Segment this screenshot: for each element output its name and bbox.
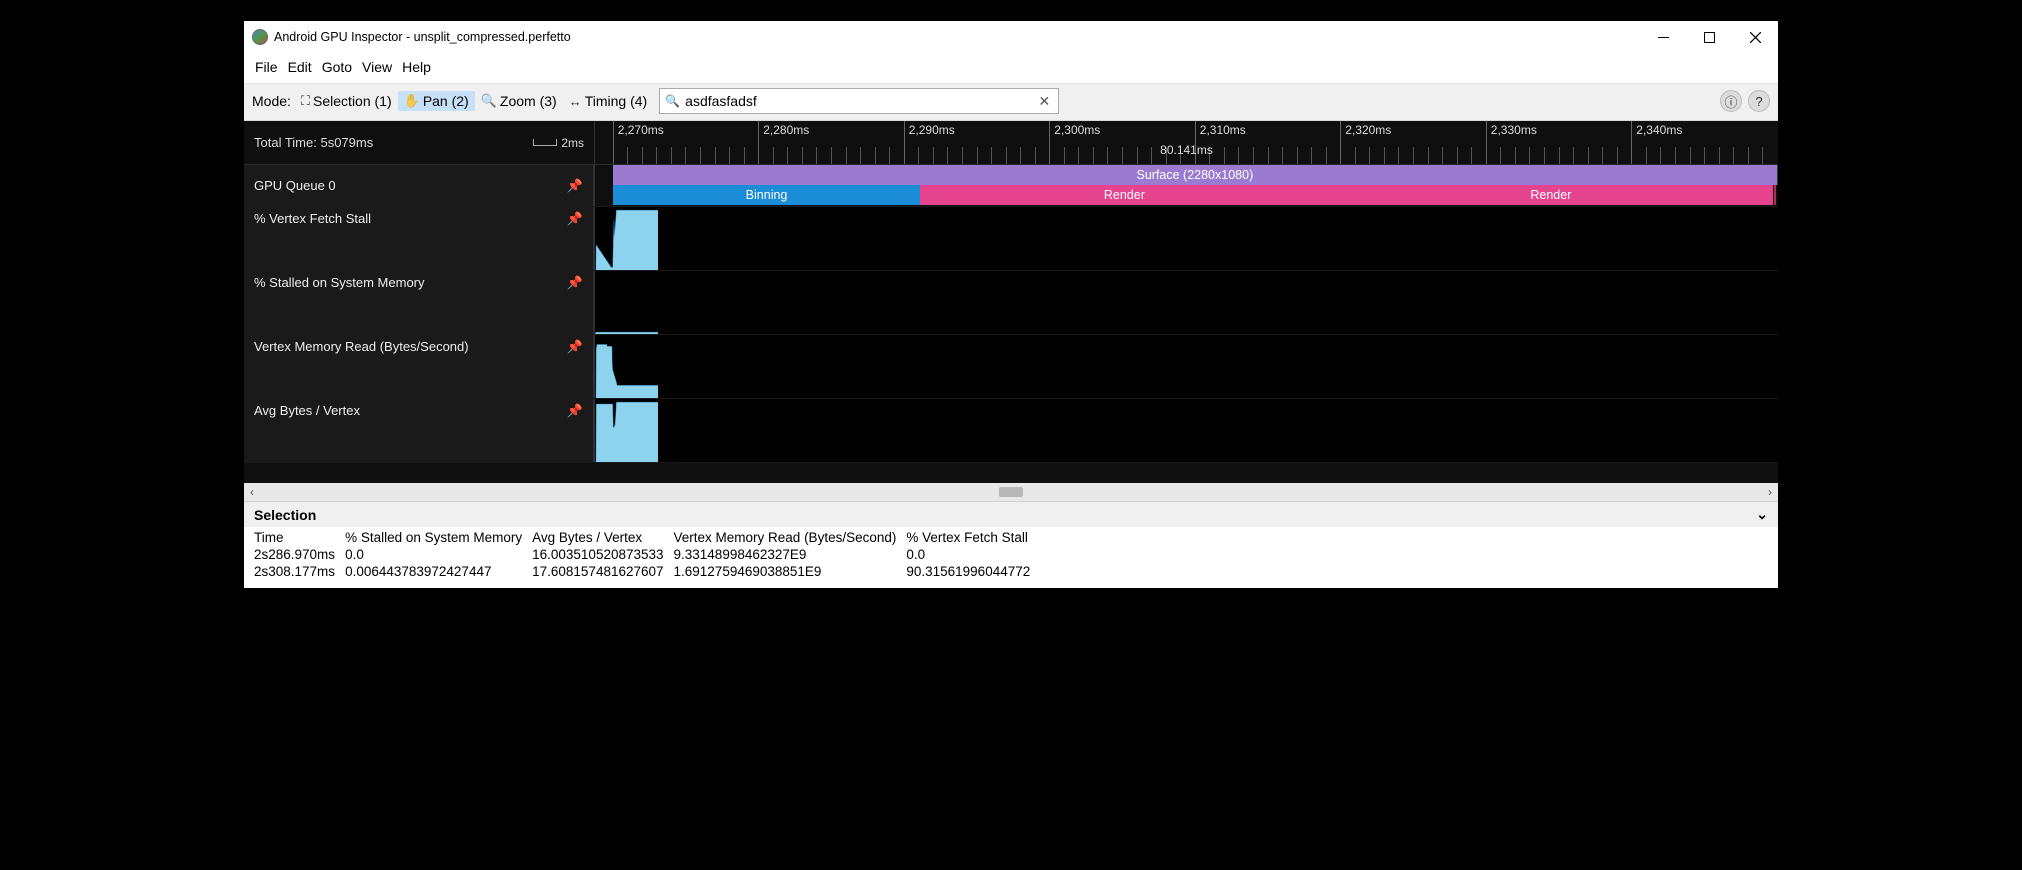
column-header[interactable]: Time: [254, 529, 345, 546]
scroll-thumb[interactable]: [999, 487, 1023, 497]
titlebar[interactable]: Android GPU Inspector - unsplit_compress…: [244, 21, 1778, 53]
chevron-down-icon[interactable]: ⌄: [1756, 506, 1768, 523]
search-clear-button[interactable]: ✕: [1030, 93, 1058, 110]
total-time-cell: Total Time: 5s079ms 2ms: [244, 121, 594, 164]
info-button[interactable]: ⓘ: [1720, 90, 1742, 112]
chart-track[interactable]: [594, 207, 1778, 270]
track-header[interactable]: % Vertex Fetch Stall📌: [244, 207, 594, 270]
window-title: Android GPU Inspector - unsplit_compress…: [274, 30, 1640, 44]
column-header[interactable]: % Stalled on System Memory: [345, 529, 532, 546]
pan-icon: ✋: [404, 93, 420, 109]
timeline-scale: 2ms: [533, 136, 584, 150]
table-row[interactable]: 2s308.177ms0.00644378397242744717.608157…: [254, 563, 1040, 580]
chart-track[interactable]: [594, 335, 1778, 398]
track-header[interactable]: Vertex Memory Read (Bytes/Second)📌: [244, 335, 594, 398]
menu-edit[interactable]: Edit: [283, 57, 317, 77]
mode-pan-button[interactable]: ✋Pan (2): [398, 91, 475, 111]
close-button[interactable]: [1732, 21, 1778, 53]
column-header[interactable]: Avg Bytes / Vertex: [532, 529, 673, 546]
pin-icon[interactable]: 📌: [567, 339, 583, 355]
track-header-gpu-queue[interactable]: GPU Queue 0 📌: [244, 165, 594, 206]
minimize-button[interactable]: [1640, 21, 1686, 53]
zoom-icon: 🔍: [481, 93, 497, 109]
search-input[interactable]: [685, 93, 1030, 109]
app-icon: [252, 29, 268, 45]
menu-goto[interactable]: Goto: [317, 57, 357, 77]
menu-help[interactable]: Help: [397, 57, 436, 77]
gpu-binning-span[interactable]: Binning: [613, 185, 921, 205]
search-icon: 🔍: [660, 94, 685, 108]
selection-panel-header[interactable]: Selection ⌄: [244, 501, 1778, 527]
column-header[interactable]: % Vertex Fetch Stall: [906, 529, 1040, 546]
selection-icon: ⛶: [301, 93, 310, 109]
pin-icon[interactable]: 📌: [567, 403, 583, 419]
total-time-label: Total Time: 5s079ms: [254, 135, 373, 150]
chart-track[interactable]: [594, 271, 1778, 334]
track-header[interactable]: Avg Bytes / Vertex📌: [244, 399, 594, 462]
gpu-render-span-1[interactable]: Render: [920, 185, 1328, 205]
mode-timing-button[interactable]: ↔Timing (4): [563, 91, 654, 111]
table-row[interactable]: 2s286.970ms0.016.0035105208735339.331489…: [254, 546, 1040, 563]
column-header[interactable]: Vertex Memory Read (Bytes/Second): [674, 529, 907, 546]
track-header[interactable]: % Stalled on System Memory📌: [244, 271, 594, 334]
gpu-queue-track[interactable]: Surface (2280x1080) Binning Render Rende…: [594, 165, 1778, 206]
menubar[interactable]: File Edit Goto View Help: [244, 53, 1778, 83]
menu-view[interactable]: View: [357, 57, 397, 77]
search-field[interactable]: 🔍 ✕: [659, 88, 1059, 114]
help-button[interactable]: ?: [1748, 90, 1770, 112]
scroll-left-arrow[interactable]: ‹: [250, 485, 254, 499]
time-ruler[interactable]: 2,270ms2,280ms2,290ms2,300ms2,310ms2,320…: [594, 121, 1778, 164]
selection-table: Time% Stalled on System MemoryAvg Bytes …: [244, 527, 1778, 588]
gpu-surface-span[interactable]: Surface (2280x1080): [613, 165, 1778, 185]
pin-icon[interactable]: 📌: [567, 211, 583, 227]
menu-file[interactable]: File: [250, 57, 283, 77]
chart-track[interactable]: [594, 399, 1778, 462]
app-window: Android GPU Inspector - unsplit_compress…: [243, 20, 1779, 589]
timing-icon: ↔: [569, 94, 582, 109]
horizontal-scrollbar[interactable]: ‹ ›: [244, 483, 1778, 501]
mode-zoom-button[interactable]: 🔍Zoom (3): [475, 91, 563, 111]
toolbar: Mode: ⛶Selection (1) ✋Pan (2) 🔍Zoom (3) …: [244, 83, 1778, 121]
pin-icon[interactable]: 📌: [567, 275, 583, 291]
maximize-button[interactable]: [1686, 21, 1732, 53]
gpu-render-span-2[interactable]: Render: [1328, 185, 1773, 205]
timeline[interactable]: Total Time: 5s079ms 2ms 2,270ms2,280ms2,…: [244, 121, 1778, 483]
mode-selection-button[interactable]: ⛶Selection (1): [295, 91, 398, 111]
pin-icon[interactable]: 📌: [567, 178, 583, 194]
scroll-right-arrow[interactable]: ›: [1768, 485, 1772, 499]
mode-label: Mode:: [252, 93, 291, 109]
